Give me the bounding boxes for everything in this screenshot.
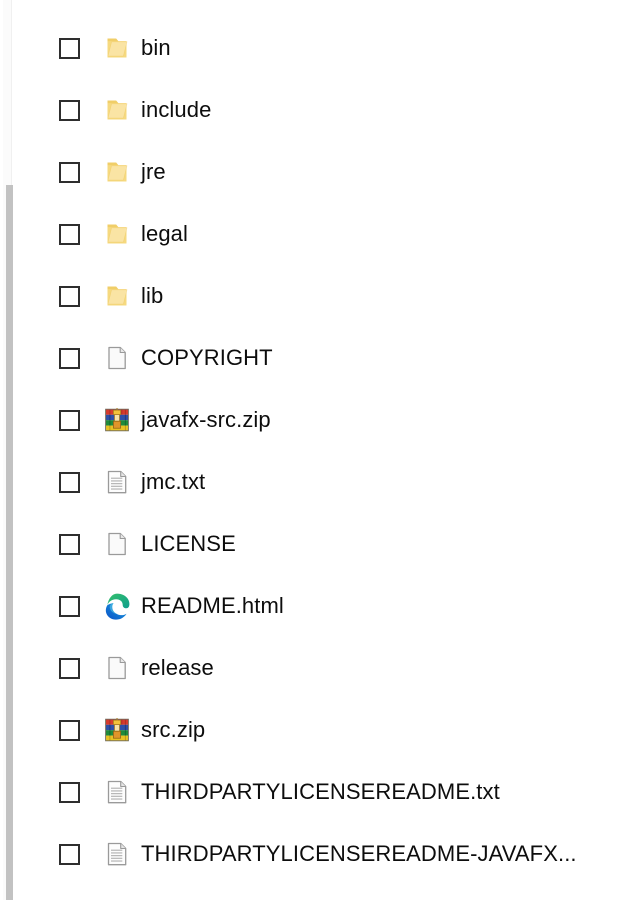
file-name-label[interactable]: LICENSE — [141, 531, 236, 557]
file-list-row[interactable]: javafx-src.zip — [0, 389, 633, 451]
file-name-label[interactable]: include — [141, 97, 211, 123]
file-name-label[interactable]: README.html — [141, 593, 284, 619]
text-file-icon — [103, 840, 131, 868]
file-list: bin include jre legal lib COPYRIGHT java… — [0, 0, 633, 900]
file-select-checkbox[interactable] — [59, 657, 80, 679]
file-name-label[interactable]: legal — [141, 221, 188, 247]
file-select-checkbox[interactable] — [59, 285, 80, 307]
folder-icon — [103, 282, 131, 310]
file-list-row[interactable]: jre — [0, 141, 633, 203]
folder-icon — [103, 220, 131, 248]
file-name-label[interactable]: bin — [141, 35, 171, 61]
text-file-icon — [103, 468, 131, 496]
file-select-checkbox[interactable] — [59, 37, 80, 59]
file-list-row[interactable]: lib — [0, 265, 633, 327]
document-icon — [103, 344, 131, 372]
file-name-label[interactable]: THIRDPARTYLICENSEREADME.txt — [141, 779, 500, 805]
file-list-row[interactable]: COPYRIGHT — [0, 327, 633, 389]
file-name-label[interactable]: release — [141, 655, 214, 681]
document-icon — [103, 654, 131, 682]
file-list-row[interactable]: README.html — [0, 575, 633, 637]
folder-icon — [103, 96, 131, 124]
file-name-label[interactable]: THIRDPARTYLICENSEREADME-JAVAFX... — [141, 841, 577, 867]
file-list-row[interactable]: src.zip — [0, 699, 633, 761]
file-name-label[interactable]: src.zip — [141, 717, 205, 743]
file-select-checkbox[interactable] — [59, 161, 80, 183]
file-list-row[interactable]: THIRDPARTYLICENSEREADME.txt — [0, 761, 633, 823]
file-select-checkbox[interactable] — [59, 595, 80, 617]
file-name-label[interactable]: COPYRIGHT — [141, 345, 273, 371]
file-name-label[interactable]: jre — [141, 159, 166, 185]
file-select-checkbox[interactable] — [59, 781, 80, 803]
file-list-row[interactable]: include — [0, 79, 633, 141]
file-list-row[interactable]: LICENSE — [0, 513, 633, 575]
file-name-label[interactable]: javafx-src.zip — [141, 407, 271, 433]
document-icon — [103, 530, 131, 558]
file-name-label[interactable]: jmc.txt — [141, 469, 205, 495]
file-select-checkbox[interactable] — [59, 533, 80, 555]
file-list-row[interactable]: release — [0, 637, 633, 699]
file-select-checkbox[interactable] — [59, 347, 80, 369]
file-name-label[interactable]: lib — [141, 283, 163, 309]
file-select-checkbox[interactable] — [59, 409, 80, 431]
file-select-checkbox[interactable] — [59, 99, 80, 121]
text-file-icon — [103, 778, 131, 806]
folder-icon — [103, 158, 131, 186]
file-list-row[interactable]: legal — [0, 203, 633, 265]
folder-icon — [103, 34, 131, 62]
file-select-checkbox[interactable] — [59, 223, 80, 245]
zip-archive-icon — [103, 406, 131, 434]
file-select-checkbox[interactable] — [59, 471, 80, 493]
file-list-row[interactable]: jmc.txt — [0, 451, 633, 513]
file-list-row[interactable]: THIRDPARTYLICENSEREADME-JAVAFX... — [0, 823, 633, 885]
zip-archive-icon — [103, 716, 131, 744]
file-select-checkbox[interactable] — [59, 719, 80, 741]
file-select-checkbox[interactable] — [59, 843, 80, 865]
edge-browser-icon — [103, 592, 131, 620]
file-list-row[interactable]: bin — [0, 17, 633, 79]
